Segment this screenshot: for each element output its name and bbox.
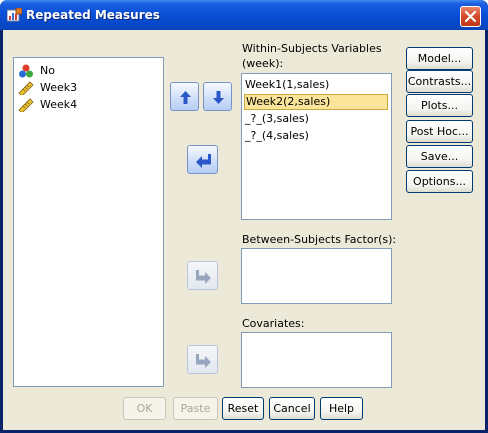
arrow-up-icon [180, 91, 191, 104]
save-button[interactable]: Save... [406, 145, 473, 168]
spss-dialog-icon [7, 8, 22, 22]
help-button[interactable]: Help [320, 397, 363, 420]
move-up-button[interactable] [170, 82, 199, 111]
within-subjects-list[interactable]: Week1(1,sales) Week2(2,sales) _?_(3,sale… [241, 73, 392, 220]
between-subjects-label: Between-Subjects Factor(s): [242, 233, 397, 246]
close-icon [465, 11, 476, 22]
contrasts-button[interactable]: Contrasts... [406, 70, 473, 93]
list-item[interactable]: Week1(1,sales) [244, 77, 389, 93]
arrow-right-icon [196, 270, 211, 284]
between-subjects-list[interactable] [241, 248, 392, 304]
transfer-between-subjects-button[interactable] [187, 261, 218, 290]
repeated-measures-dialog: Repeated Measures No Week3 Week4 Within-… [0, 0, 488, 433]
close-button[interactable] [460, 6, 481, 27]
within-subjects-label: Within-Subjects Variables [242, 42, 382, 55]
source-variable-list[interactable]: No Week3 Week4 [13, 57, 164, 387]
transfer-covariates-button[interactable] [187, 345, 218, 374]
transfer-within-subjects-button[interactable] [187, 145, 218, 174]
within-subjects-factor-label: (week): [242, 57, 284, 70]
list-item[interactable]: _?_(4,sales) [244, 128, 389, 144]
variable-label: Week4 [40, 98, 78, 111]
paste-button[interactable]: Paste [173, 397, 218, 420]
window-title: Repeated Measures [26, 8, 160, 22]
post-hoc-button[interactable]: Post Hoc... [406, 120, 473, 143]
model-button[interactable]: Model... [406, 47, 473, 70]
reset-button[interactable]: Reset [222, 397, 264, 420]
ok-button[interactable]: OK [123, 397, 166, 420]
dialog-client-area: No Week3 Week4 Within-Subjects Variables… [3, 30, 485, 430]
scale-variable-icon [18, 81, 34, 95]
arrow-left-icon [196, 154, 211, 168]
options-button[interactable]: Options... [406, 170, 473, 193]
title-bar[interactable]: Repeated Measures [0, 0, 488, 30]
nominal-variable-icon [19, 64, 33, 78]
variable-label: No [40, 64, 55, 77]
scale-variable-icon [18, 98, 34, 112]
cancel-button[interactable]: Cancel [269, 397, 315, 420]
arrow-down-icon [213, 91, 224, 104]
plots-button[interactable]: Plots... [406, 94, 473, 117]
list-item-selected[interactable]: Week2(2,sales) [244, 94, 388, 110]
arrow-right-icon [196, 354, 211, 368]
covariates-list[interactable] [241, 332, 392, 388]
list-item[interactable]: _?_(3,sales) [244, 111, 389, 127]
covariates-label: Covariates: [242, 317, 305, 330]
move-down-button[interactable] [203, 82, 232, 111]
variable-label: Week3 [40, 81, 78, 94]
